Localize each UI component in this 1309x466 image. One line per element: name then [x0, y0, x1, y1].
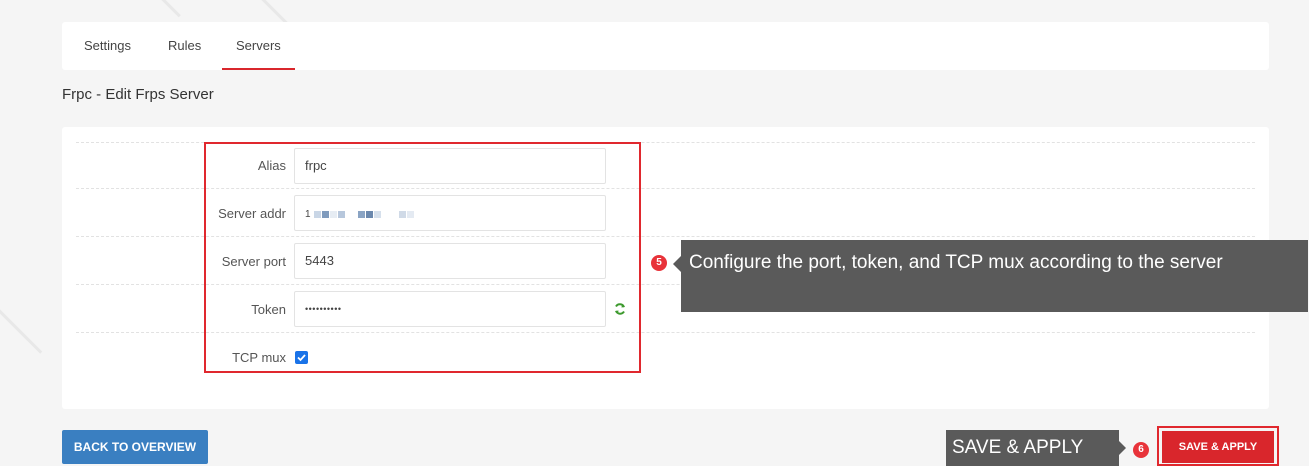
step-6-badge: 6	[1133, 442, 1149, 458]
tab-bar: Settings Rules Servers	[62, 22, 1269, 70]
step-6-callout: SAVE & APPLY	[946, 430, 1119, 466]
tab-rules[interactable]: Rules	[168, 22, 201, 70]
callout-arrow	[673, 256, 681, 272]
highlight-frame	[204, 142, 641, 373]
tab-servers[interactable]: Servers	[222, 22, 295, 70]
back-to-overview-button[interactable]: BACK TO OVERVIEW	[62, 430, 208, 464]
step-5-callout: Configure the port, token, and TCP mux a…	[681, 240, 1308, 312]
tab-settings[interactable]: Settings	[84, 22, 131, 70]
save-and-apply-button[interactable]: SAVE & APPLY	[1162, 431, 1274, 463]
watermark-stroke	[129, 0, 181, 18]
step-5-badge: 5	[651, 255, 667, 271]
callout-arrow	[1119, 441, 1126, 455]
watermark-stroke	[0, 309, 43, 354]
page-title: Frpc - Edit Frps Server	[62, 86, 214, 103]
